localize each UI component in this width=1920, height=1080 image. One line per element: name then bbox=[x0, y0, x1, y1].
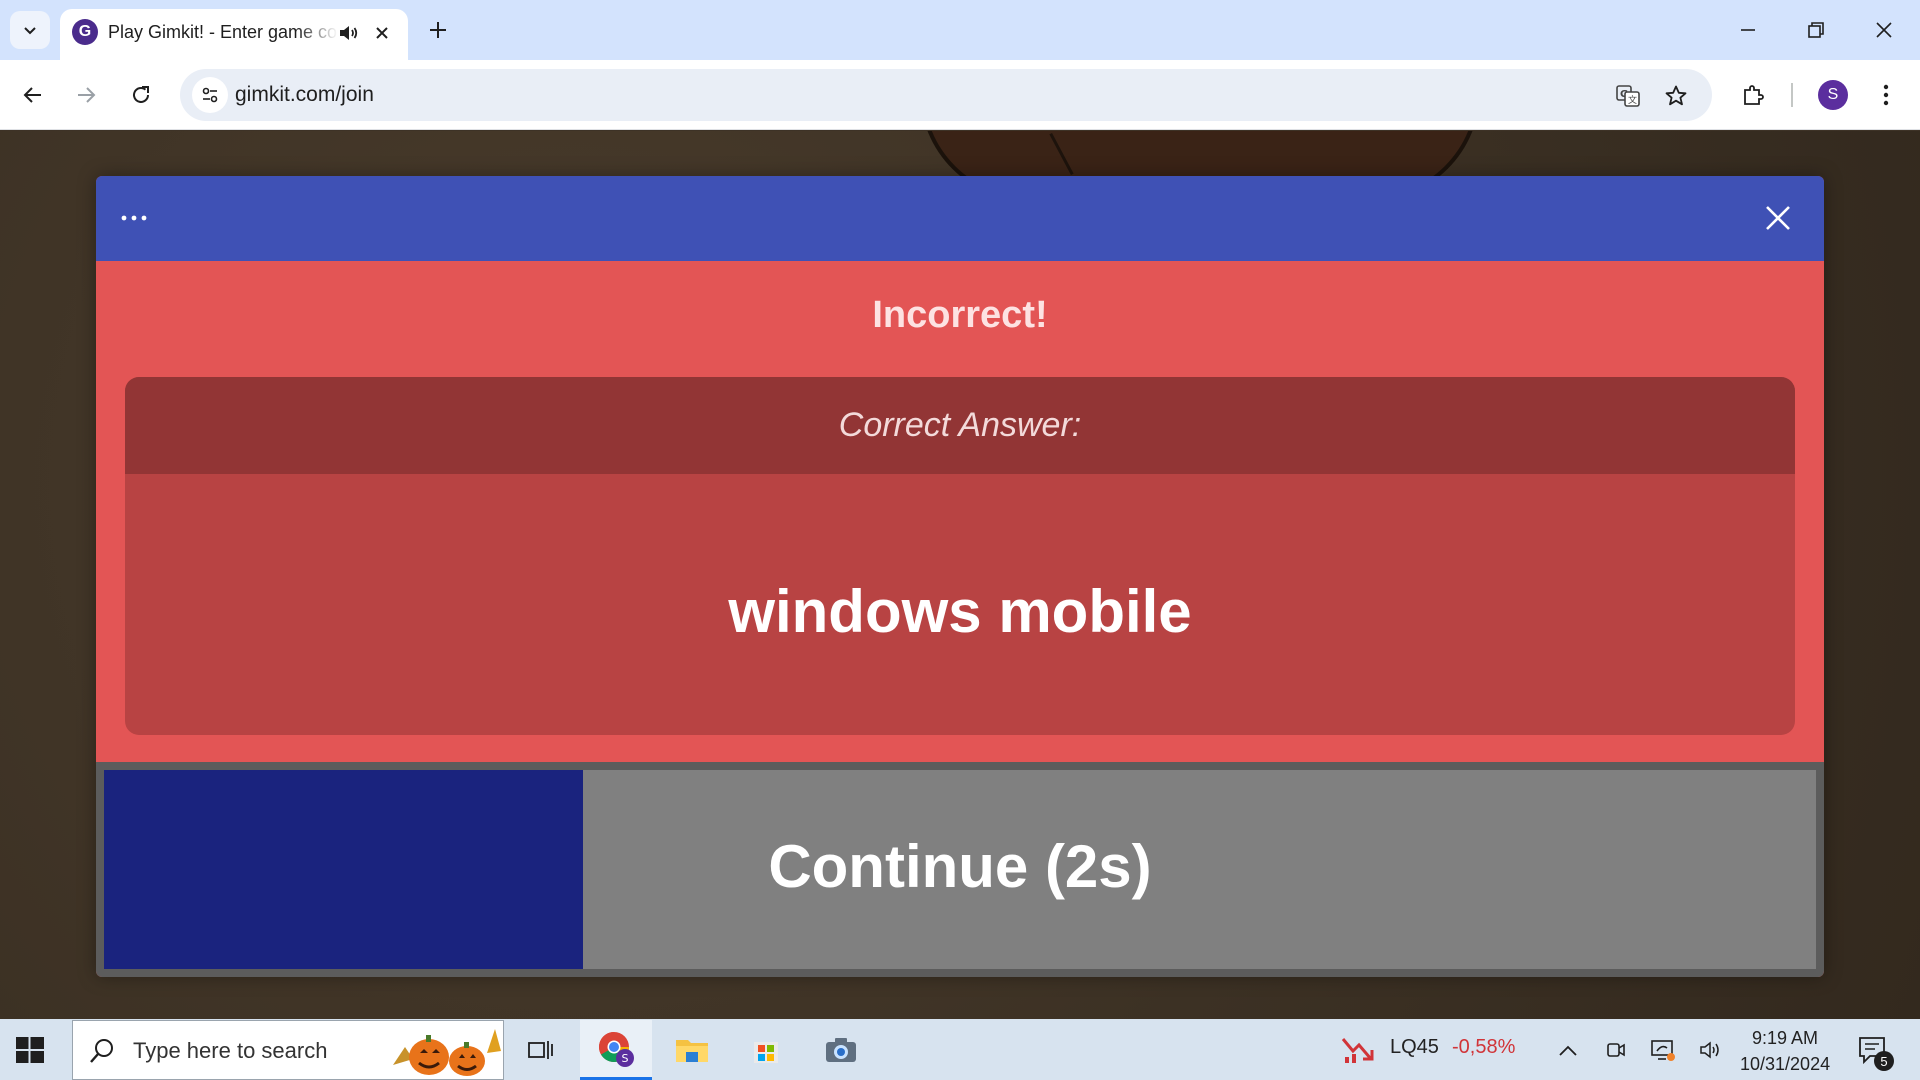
ellipsis-icon bbox=[121, 215, 147, 221]
meet-now-button[interactable] bbox=[1602, 1034, 1630, 1066]
correct-answer-header: Correct Answer: bbox=[125, 377, 1795, 474]
continue-area: Continue (2s) bbox=[96, 762, 1824, 977]
continue-label: Continue (2s) bbox=[768, 833, 1152, 900]
browser-toolbar: gimkit.com/join G文 S bbox=[0, 60, 1920, 130]
forward-arrow-icon bbox=[78, 87, 96, 103]
minimize-button[interactable] bbox=[1720, 8, 1776, 52]
reload-icon bbox=[133, 86, 149, 103]
address-bar[interactable]: gimkit.com/join G文 bbox=[180, 69, 1712, 121]
clock-date: 10/31/2024 bbox=[1740, 1054, 1831, 1074]
correct-answer-box: Correct Answer: windows mobile bbox=[125, 377, 1795, 735]
windows-logo-icon[interactable] bbox=[14, 1034, 46, 1066]
taskbar-chrome[interactable]: S bbox=[580, 1020, 652, 1080]
tab-strip: G Play Gimkit! - Enter game code bbox=[0, 0, 1920, 60]
translate-icon: G文 bbox=[1616, 85, 1640, 107]
task-view-icon bbox=[528, 1041, 553, 1059]
svg-text:S: S bbox=[622, 1052, 629, 1065]
window-close-button[interactable] bbox=[1856, 8, 1912, 52]
chevron-down-icon bbox=[24, 27, 36, 35]
notification-count-badge: 5 bbox=[1874, 1051, 1894, 1071]
restore-button[interactable] bbox=[1788, 8, 1844, 52]
translate-button[interactable]: G文 bbox=[1613, 81, 1643, 111]
store-icon bbox=[754, 1042, 778, 1063]
speaker-icon[interactable] bbox=[336, 21, 360, 45]
modal-menu-button[interactable] bbox=[116, 200, 152, 236]
tab-close-button[interactable] bbox=[368, 19, 396, 47]
gimkit-favicon: G bbox=[72, 19, 98, 45]
tab-search-button[interactable] bbox=[10, 11, 50, 49]
game-page: Incorrect! Correct Answer: windows mobil… bbox=[0, 131, 1920, 1019]
restore-icon bbox=[1808, 22, 1824, 38]
show-hidden-icons-button[interactable] bbox=[1554, 1034, 1582, 1066]
taskbar-clock[interactable]: 9:19 AM 10/31/2024 bbox=[1740, 1025, 1830, 1077]
chevron-up-icon bbox=[1559, 1045, 1577, 1056]
site-info-icon bbox=[202, 87, 218, 103]
close-icon bbox=[1876, 22, 1892, 38]
close-icon bbox=[1766, 206, 1790, 230]
network-button[interactable] bbox=[1648, 1034, 1678, 1066]
back-button[interactable] bbox=[13, 75, 53, 115]
search-icon bbox=[90, 1039, 113, 1063]
browser-menu-button[interactable] bbox=[1868, 77, 1904, 113]
minimize-icon bbox=[1741, 29, 1755, 31]
back-arrow-icon bbox=[23, 87, 41, 103]
task-view-button[interactable] bbox=[504, 1020, 576, 1080]
result-title: Incorrect! bbox=[872, 294, 1048, 336]
svg-text:文: 文 bbox=[1628, 94, 1637, 106]
correct-answer-label: Correct Answer: bbox=[838, 406, 1082, 444]
toolbar-divider bbox=[1791, 83, 1793, 107]
new-tab-button[interactable] bbox=[422, 12, 454, 48]
taskbar-file-explorer[interactable] bbox=[656, 1020, 728, 1080]
forward-button[interactable] bbox=[66, 75, 106, 115]
modal-header bbox=[96, 176, 1824, 261]
bookmark-star-button[interactable] bbox=[1661, 81, 1691, 111]
stock-name[interactable]: LQ45 bbox=[1390, 1036, 1439, 1059]
profile-avatar[interactable]: S bbox=[1818, 80, 1848, 110]
camera-icon bbox=[826, 1038, 856, 1062]
close-icon bbox=[376, 27, 388, 39]
stock-widget-icon[interactable] bbox=[1340, 1034, 1376, 1066]
reload-button[interactable] bbox=[121, 75, 161, 115]
site-info-button[interactable] bbox=[192, 77, 228, 113]
star-icon bbox=[1665, 85, 1687, 106]
taskbar-camera[interactable] bbox=[805, 1020, 877, 1080]
taskbar-microsoft-store[interactable] bbox=[730, 1020, 802, 1080]
correct-answer-text: windows mobile bbox=[728, 578, 1192, 645]
volume-icon bbox=[1700, 1041, 1719, 1059]
taskbar: Type here to search S LQ45 -0,58% 9:19 A… bbox=[0, 1019, 1920, 1080]
plus-icon bbox=[430, 22, 446, 38]
meet-icon bbox=[1607, 1043, 1625, 1057]
clock-time: 9:19 AM bbox=[1751, 1028, 1819, 1048]
volume-button[interactable] bbox=[1696, 1034, 1724, 1066]
chrome-icon: S bbox=[598, 1031, 634, 1067]
taskbar-search-box[interactable]: Type here to search bbox=[72, 1020, 504, 1080]
extensions-icon bbox=[1744, 85, 1764, 105]
stock-change[interactable]: -0,58% bbox=[1452, 1036, 1515, 1059]
tab-title: Play Gimkit! - Enter game code bbox=[108, 22, 338, 42]
extensions-button[interactable] bbox=[1735, 77, 1771, 113]
browser-tab[interactable]: G Play Gimkit! - Enter game code bbox=[60, 9, 408, 60]
url-text[interactable]: gimkit.com/join bbox=[235, 83, 374, 107]
modal-close-button[interactable] bbox=[1758, 198, 1798, 238]
more-vert-icon bbox=[1883, 84, 1889, 106]
stock-down-icon bbox=[1341, 1038, 1374, 1063]
halloween-pumpkins-icon bbox=[393, 1029, 501, 1076]
search-placeholder: Type here to search bbox=[133, 1038, 328, 1063]
continue-button[interactable]: Continue (2s) bbox=[104, 770, 1816, 969]
file-explorer-icon bbox=[676, 1040, 708, 1062]
network-icon bbox=[1651, 1040, 1675, 1061]
answer-feedback-modal: Incorrect! Correct Answer: windows mobil… bbox=[96, 176, 1824, 977]
